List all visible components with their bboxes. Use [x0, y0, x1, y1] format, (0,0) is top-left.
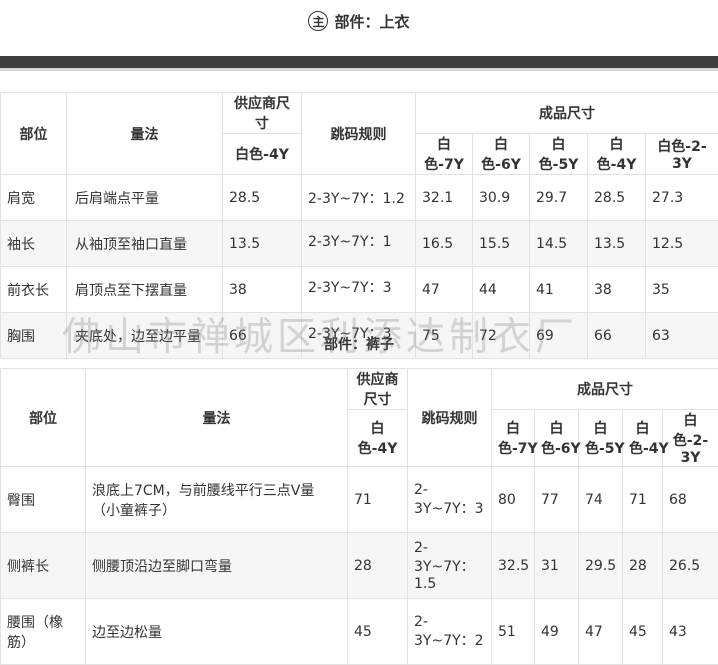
table-row: 袖长 从袖顶至袖口直量 13.5 2-3Y~7Y：1 16.5 15.5 14.… — [1, 221, 718, 267]
cell-value: 80 — [492, 467, 535, 533]
cell-method: 边至边松量 — [86, 599, 348, 665]
header-size: 白色-5Y — [530, 134, 588, 175]
cell-method: 浪底上7CM，与前腰线平行三点V量（小童裤子） — [86, 467, 348, 533]
cell-value: 28 — [623, 533, 663, 599]
header-finished-size: 成品尺寸 — [492, 369, 718, 410]
cell-value: 44 — [473, 267, 530, 313]
cell-value: 28.5 — [588, 175, 646, 221]
cell-value: 29.7 — [530, 175, 588, 221]
header-size: 白色-2-3Y — [663, 410, 718, 467]
main-badge-icon: 主 — [308, 11, 328, 31]
section-divider — [0, 56, 718, 68]
header-method: 量法 — [67, 93, 223, 175]
cell-value: 15.5 — [473, 221, 530, 267]
cell-position: 侧裤长 — [1, 533, 86, 599]
header-supplier-sub: 白色-4Y — [223, 134, 302, 175]
cell-rule: 2-3Y~7Y：3 — [408, 467, 492, 533]
cell-method: 从袖顶至袖口直量 — [67, 221, 223, 267]
cell-position: 肩宽 — [1, 175, 67, 221]
section-divider-shadow — [0, 68, 718, 71]
cell-value: 71 — [623, 467, 663, 533]
cell-value: 14.5 — [530, 221, 588, 267]
table-row: 臀围 浪底上7CM，与前腰线平行三点V量（小童裤子） 71 2-3Y~7Y：3 … — [1, 467, 718, 533]
table-row: 肩宽 后肩端点平量 28.5 2-3Y~7Y：1.2 32.1 30.9 29.… — [1, 175, 718, 221]
cell-position: 前衣长 — [1, 267, 67, 313]
cell-value: 35 — [646, 267, 718, 313]
cell-value: 31 — [535, 533, 579, 599]
table-row: 腰围（橡筋） 边至边松量 45 2-3Y~7Y：2 51 49 47 45 43 — [1, 599, 718, 665]
header-size: 白色-4Y — [623, 410, 663, 467]
cell-value: 12.5 — [646, 221, 718, 267]
header-supplier-size: 供应商尺寸 — [223, 93, 302, 134]
cell-supplier: 28.5 — [223, 175, 302, 221]
cell-value: 74 — [579, 467, 623, 533]
cell-value: 29.5 — [579, 533, 623, 599]
header-size: 白色-6Y — [473, 134, 530, 175]
header-size: 白色-7Y — [492, 410, 535, 467]
cell-value: 32.5 — [492, 533, 535, 599]
cell-position: 袖长 — [1, 221, 67, 267]
table-row: 前衣长 肩顶点至下摆直量 38 2-3Y~7Y：3 47 44 41 38 35 — [1, 267, 718, 313]
pants-size-table: 部位 量法 供应商尺寸 跳码规则 成品尺寸 白色-4Y 白色-7Y 白色-6Y … — [0, 368, 718, 665]
cell-method: 侧腰顶沿边至脚口弯量 — [86, 533, 348, 599]
part-title-bottom: 部件：裤子 — [0, 334, 718, 354]
cell-value: 47 — [416, 267, 473, 313]
header-method: 量法 — [86, 369, 348, 467]
cell-method: 后肩端点平量 — [67, 175, 223, 221]
header-grading-rule: 跳码规则 — [302, 93, 416, 175]
part-title-top-text: 部件：上衣 — [334, 11, 409, 32]
header-size: 白色-2-3Y — [646, 134, 718, 175]
cell-value: 26.5 — [663, 533, 718, 599]
cell-rule: 2-3Y~7Y：1.2 — [302, 175, 416, 221]
cell-position: 臀围 — [1, 467, 86, 533]
cell-value: 27.3 — [646, 175, 718, 221]
cell-method: 肩顶点至下摆直量 — [67, 267, 223, 313]
cell-value: 49 — [535, 599, 579, 665]
cell-value: 43 — [663, 599, 718, 665]
header-supplier-sub: 白色-4Y — [348, 410, 408, 467]
cell-value: 41 — [530, 267, 588, 313]
cell-value: 30.9 — [473, 175, 530, 221]
header-size: 白色-7Y — [416, 134, 473, 175]
header-position: 部位 — [1, 369, 86, 467]
header-size: 白色-5Y — [579, 410, 623, 467]
cell-supplier: 45 — [348, 599, 408, 665]
cell-value: 51 — [492, 599, 535, 665]
cell-rule: 2-3Y~7Y：1.5 — [408, 533, 492, 599]
cell-supplier: 38 — [223, 267, 302, 313]
top-size-table: 部位 量法 供应商尺寸 跳码规则 成品尺寸 白色-4Y 白色-7Y 白色-6Y … — [0, 92, 718, 359]
header-position: 部位 — [1, 93, 67, 175]
part-title-top: 主 部件：上衣 — [0, 6, 718, 36]
cell-position: 腰围（橡筋） — [1, 599, 86, 665]
table-row: 侧裤长 侧腰顶沿边至脚口弯量 28 2-3Y~7Y：1.5 32.5 31 29… — [1, 533, 718, 599]
cell-value: 16.5 — [416, 221, 473, 267]
cell-supplier: 28 — [348, 533, 408, 599]
cell-value: 47 — [579, 599, 623, 665]
cell-rule: 2-3Y~7Y：1 — [302, 221, 416, 267]
cell-supplier: 71 — [348, 467, 408, 533]
cell-value: 32.1 — [416, 175, 473, 221]
cell-rule: 2-3Y~7Y：3 — [302, 267, 416, 313]
cell-value: 68 — [663, 467, 718, 533]
cell-value: 38 — [588, 267, 646, 313]
cell-value: 77 — [535, 467, 579, 533]
header-size: 白色-6Y — [535, 410, 579, 467]
cell-supplier: 13.5 — [223, 221, 302, 267]
header-size: 白色-4Y — [588, 134, 646, 175]
cell-value: 13.5 — [588, 221, 646, 267]
header-grading-rule: 跳码规则 — [408, 369, 492, 467]
cell-rule: 2-3Y~7Y：2 — [408, 599, 492, 665]
cell-value: 45 — [623, 599, 663, 665]
header-finished-size: 成品尺寸 — [416, 93, 718, 134]
header-supplier-size: 供应商尺寸 — [348, 369, 408, 410]
